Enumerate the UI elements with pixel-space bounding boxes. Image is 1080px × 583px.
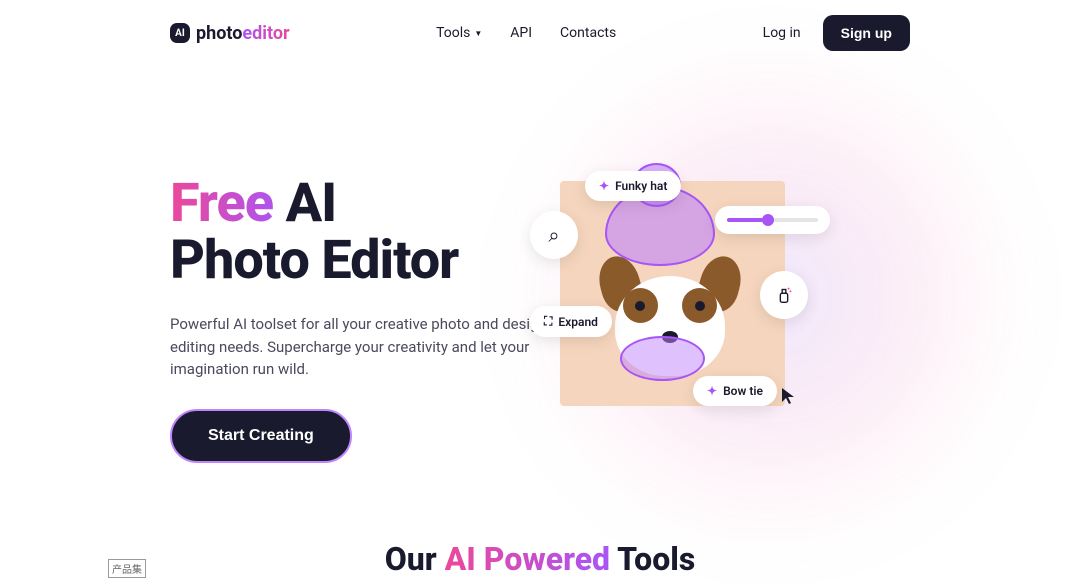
hero-title-free: Free	[170, 172, 286, 235]
spray-can-icon	[773, 284, 795, 306]
logo-text-editor: editor	[242, 23, 289, 44]
tools-title-tools: Tools	[610, 540, 695, 578]
tools-title-ai: AI Powered	[445, 540, 610, 578]
slider-thumb[interactable]	[762, 214, 774, 226]
cursor-icon	[780, 386, 800, 411]
main-nav: Tools ▼ API Contacts	[436, 25, 616, 41]
slider-fill	[727, 218, 763, 222]
hero-title-photo-editor: Photo Editor	[170, 229, 458, 292]
funky-hat-pill[interactable]: ✦ Funky hat	[585, 171, 681, 201]
hero-section: Free AI Photo Editor Powerful AI toolset…	[0, 66, 1080, 463]
tools-section-title: Our AI Powered Tools	[0, 540, 1080, 583]
nav-api[interactable]: API	[510, 25, 532, 41]
logo[interactable]: AI photoeditor	[170, 23, 290, 44]
hero-image-preview: ✦ Funky hat ⛶ Expand ✦ Bow tie ⌕	[500, 126, 920, 526]
nav-tools-label: Tools	[436, 25, 470, 41]
login-link[interactable]: Log in	[763, 25, 801, 41]
magnifier-icon: ⌕	[548, 223, 559, 247]
start-creating-button[interactable]: Start Creating	[170, 409, 352, 463]
slider-widget[interactable]	[715, 206, 830, 234]
hero-title-ai: AI	[286, 172, 337, 235]
wand-tool[interactable]	[760, 271, 808, 319]
logo-badge-icon: AI	[170, 23, 190, 43]
slider-track	[727, 218, 818, 222]
expand-icon: ⛶	[544, 314, 552, 329]
sparkle-icon: ✦	[707, 384, 717, 398]
sparkle-icon: ✦	[599, 179, 609, 193]
logo-text: photoeditor	[196, 23, 290, 44]
funky-hat-label: Funky hat	[615, 179, 667, 193]
nav-contacts[interactable]: Contacts	[560, 25, 616, 41]
logo-text-photo: photo	[196, 23, 242, 44]
nav-tools[interactable]: Tools ▼	[436, 25, 482, 41]
bowtie-overlay	[620, 336, 705, 381]
expand-pill[interactable]: ⛶ Expand	[530, 306, 612, 337]
tools-title-our: Our	[385, 540, 445, 578]
bowtie-pill[interactable]: ✦ Bow tie	[693, 376, 777, 406]
zoom-tool[interactable]: ⌕	[530, 211, 578, 259]
chevron-down-icon: ▼	[474, 29, 482, 38]
bowtie-label: Bow tie	[723, 384, 763, 398]
bottom-label: 产品集	[108, 559, 146, 578]
expand-label: Expand	[558, 315, 598, 329]
